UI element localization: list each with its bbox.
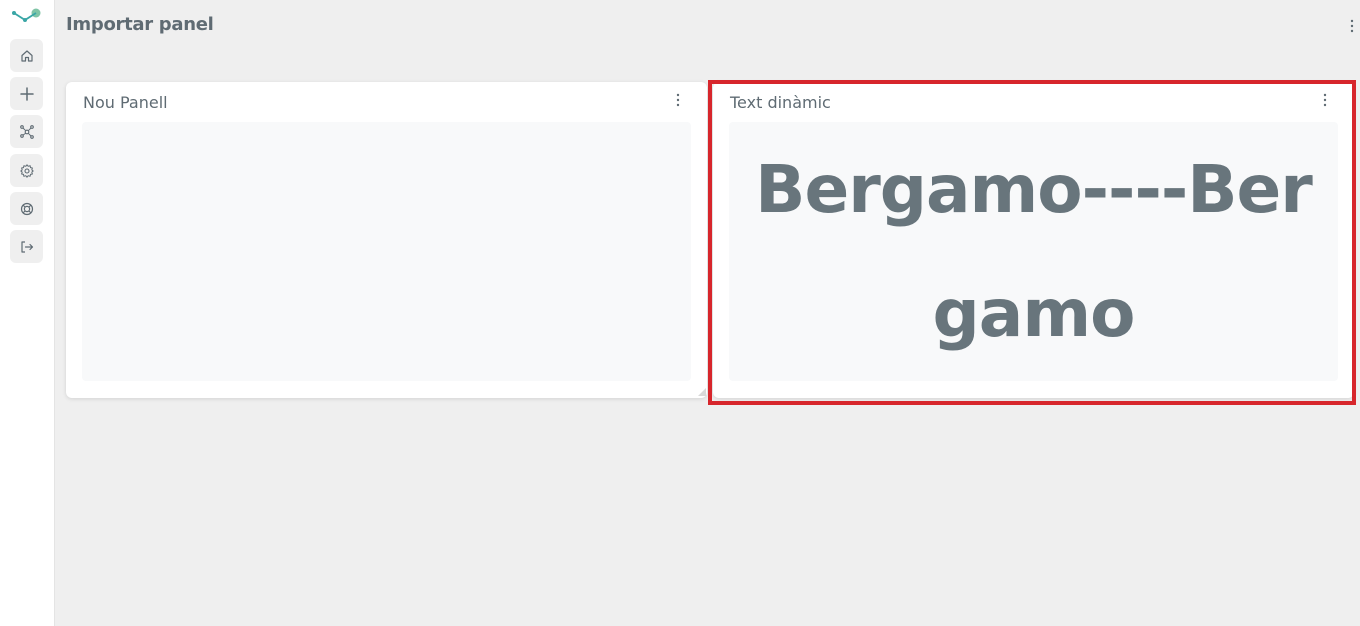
page-menu-button[interactable] (1344, 16, 1360, 36)
panel-menu-button[interactable] (671, 92, 685, 108)
panel-menu-button[interactable] (1318, 92, 1332, 108)
panel-title: Text dinàmic (730, 93, 831, 112)
sidebar-item-home[interactable] (10, 39, 43, 72)
panel-body (82, 122, 691, 381)
app-logo-icon[interactable] (11, 6, 43, 26)
sidebar-item-network[interactable] (10, 115, 43, 148)
panel-title: Nou Panell (83, 93, 168, 112)
more-vertical-icon (1350, 19, 1354, 33)
sidebar (0, 0, 55, 626)
logout-icon (20, 240, 33, 253)
home-icon (20, 49, 33, 62)
resize-handle-icon[interactable] (698, 388, 706, 396)
sidebar-item-logout[interactable] (10, 230, 43, 263)
panel-body: Bergamo----Bergamo (729, 122, 1338, 381)
network-icon (19, 124, 34, 139)
sidebar-item-settings[interactable] (10, 154, 43, 187)
plus-icon (19, 86, 34, 101)
gear-icon (19, 163, 34, 178)
dynamic-text: Bergamo----Bergamo (755, 150, 1313, 352)
sidebar-item-help[interactable] (10, 192, 43, 225)
panel-card[interactable]: Nou Panell (66, 82, 707, 398)
page-title: Importar panel (66, 14, 214, 35)
more-vertical-icon (1323, 93, 1327, 107)
sidebar-item-add[interactable] (10, 77, 43, 110)
more-vertical-icon (676, 93, 680, 107)
panel-card[interactable]: Text dinàmic Bergamo----Bergamo (713, 82, 1354, 398)
lifebuoy-icon (20, 202, 33, 215)
